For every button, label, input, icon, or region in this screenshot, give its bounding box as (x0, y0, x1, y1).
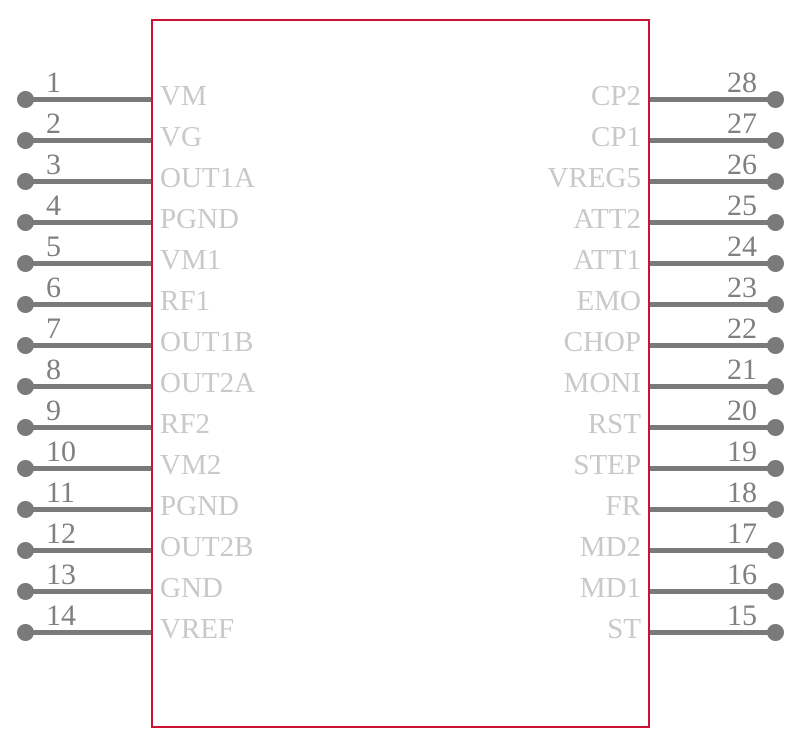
pin-name-VG: VG (160, 121, 202, 153)
pin-number-7: 7 (46, 312, 61, 345)
pin-terminal-21[interactable] (766, 377, 784, 395)
pin-number-1: 1 (46, 66, 61, 99)
pin-number-28: 28 (727, 66, 757, 99)
pin-name-FR: FR (605, 490, 641, 522)
pin-name-CHOP: CHOP (563, 326, 641, 358)
pin-number-19: 19 (727, 435, 757, 468)
pin-number-26: 26 (727, 148, 757, 181)
pin-line-left-13 (25, 588, 151, 594)
pin-name-CP2: CP2 (591, 80, 641, 112)
pin-terminal-19[interactable] (766, 459, 784, 477)
pin-number-10: 10 (46, 435, 76, 468)
pin-name-MONI: MONI (563, 367, 641, 399)
pin-number-12: 12 (46, 517, 76, 550)
pin-terminal-11[interactable] (16, 500, 34, 518)
pin-number-14: 14 (46, 599, 76, 632)
pin-number-8: 8 (46, 353, 61, 386)
pin-line-left-12 (25, 547, 151, 553)
pin-terminal-25[interactable] (766, 213, 784, 231)
pin-name-VREF: VREF (160, 613, 235, 645)
pin-line-left-7 (25, 342, 151, 348)
pin-terminal-18[interactable] (766, 500, 784, 518)
pin-number-22: 22 (727, 312, 757, 345)
pin-number-21: 21 (727, 353, 757, 386)
pin-terminal-14[interactable] (16, 623, 34, 641)
pin-line-left-9 (25, 424, 151, 430)
pin-number-3: 3 (46, 148, 61, 181)
pin-number-9: 9 (46, 394, 61, 427)
pin-terminal-24[interactable] (766, 254, 784, 272)
pin-number-17: 17 (727, 517, 757, 550)
pin-name-ATT1: ATT1 (573, 244, 641, 276)
pin-name-VM: VM (160, 80, 207, 112)
pin-number-18: 18 (727, 476, 757, 509)
pin-line-left-1 (25, 96, 151, 102)
schematic-symbol: 1 VM 2 VG 3 OUT1A 4 PGND 5 VM1 6 RF1 7 OUT1B 8 OUT2A 9 RF… (0, 0, 800, 748)
pin-name-OUT2A: OUT2A (160, 367, 256, 399)
pin-terminal-17[interactable] (766, 541, 784, 559)
pin-terminal-6[interactable] (16, 295, 34, 313)
pin-terminal-15[interactable] (766, 623, 784, 641)
pin-number-11: 11 (46, 476, 75, 509)
pin-line-left-4 (25, 219, 151, 225)
pin-terminal-10[interactable] (16, 459, 34, 477)
pin-terminal-1[interactable] (16, 90, 34, 108)
pin-terminal-7[interactable] (16, 336, 34, 354)
pin-name-STEP: STEP (573, 449, 641, 481)
pin-terminal-2[interactable] (16, 131, 34, 149)
pin-name-OUT1A: OUT1A (160, 162, 256, 194)
pin-terminal-4[interactable] (16, 213, 34, 231)
pin-number-4: 4 (46, 189, 61, 222)
pin-terminal-27[interactable] (766, 131, 784, 149)
pin-name-MD2: MD2 (579, 531, 641, 563)
pin-name-PGND: PGND (160, 203, 239, 235)
pin-name-RF1: RF1 (160, 285, 210, 317)
pin-line-left-14 (25, 629, 151, 635)
pin-name-EMO: EMO (576, 285, 641, 317)
pin-line-left-8 (25, 383, 151, 389)
pin-number-20: 20 (727, 394, 757, 427)
pin-name-CP1: CP1 (591, 121, 641, 153)
pin-terminal-28[interactable] (766, 90, 784, 108)
pin-name-RST: RST (587, 408, 641, 440)
pin-terminal-12[interactable] (16, 541, 34, 559)
pin-line-left-2 (25, 137, 151, 143)
pin-line-left-6 (25, 301, 151, 307)
pin-terminal-20[interactable] (766, 418, 784, 436)
pin-name-OUT1B: OUT1B (160, 326, 254, 358)
pin-line-left-3 (25, 178, 151, 184)
pin-number-25: 25 (727, 189, 757, 222)
pin-name-VREG5: VREG5 (547, 162, 641, 194)
pin-name-VM2: VM2 (160, 449, 222, 481)
pin-number-23: 23 (727, 271, 757, 304)
pin-name-MD1: MD1 (579, 572, 641, 604)
pin-terminal-16[interactable] (766, 582, 784, 600)
pin-name-ST: ST (607, 613, 641, 645)
pin-number-6: 6 (46, 271, 61, 304)
pin-number-15: 15 (727, 599, 757, 632)
pin-terminal-26[interactable] (766, 172, 784, 190)
pin-line-left-5 (25, 260, 151, 266)
pin-terminal-8[interactable] (16, 377, 34, 395)
pin-terminal-3[interactable] (16, 172, 34, 190)
pin-terminal-13[interactable] (16, 582, 34, 600)
pin-number-27: 27 (727, 107, 757, 140)
pin-number-13: 13 (46, 558, 76, 591)
pin-terminal-22[interactable] (766, 336, 784, 354)
pin-name-PGND: PGND (160, 490, 239, 522)
pin-number-24: 24 (727, 230, 757, 263)
pin-name-ATT2: ATT2 (573, 203, 641, 235)
pin-name-VM1: VM1 (160, 244, 222, 276)
pin-number-2: 2 (46, 107, 61, 140)
pin-number-5: 5 (46, 230, 61, 263)
pin-terminal-23[interactable] (766, 295, 784, 313)
pin-terminal-9[interactable] (16, 418, 34, 436)
pin-line-left-10 (25, 465, 151, 471)
pin-terminal-5[interactable] (16, 254, 34, 272)
pin-line-left-11 (25, 506, 151, 512)
pin-number-16: 16 (727, 558, 757, 591)
pin-name-OUT2B: OUT2B (160, 531, 254, 563)
pin-name-RF2: RF2 (160, 408, 210, 440)
pin-name-GND: GND (160, 572, 223, 604)
